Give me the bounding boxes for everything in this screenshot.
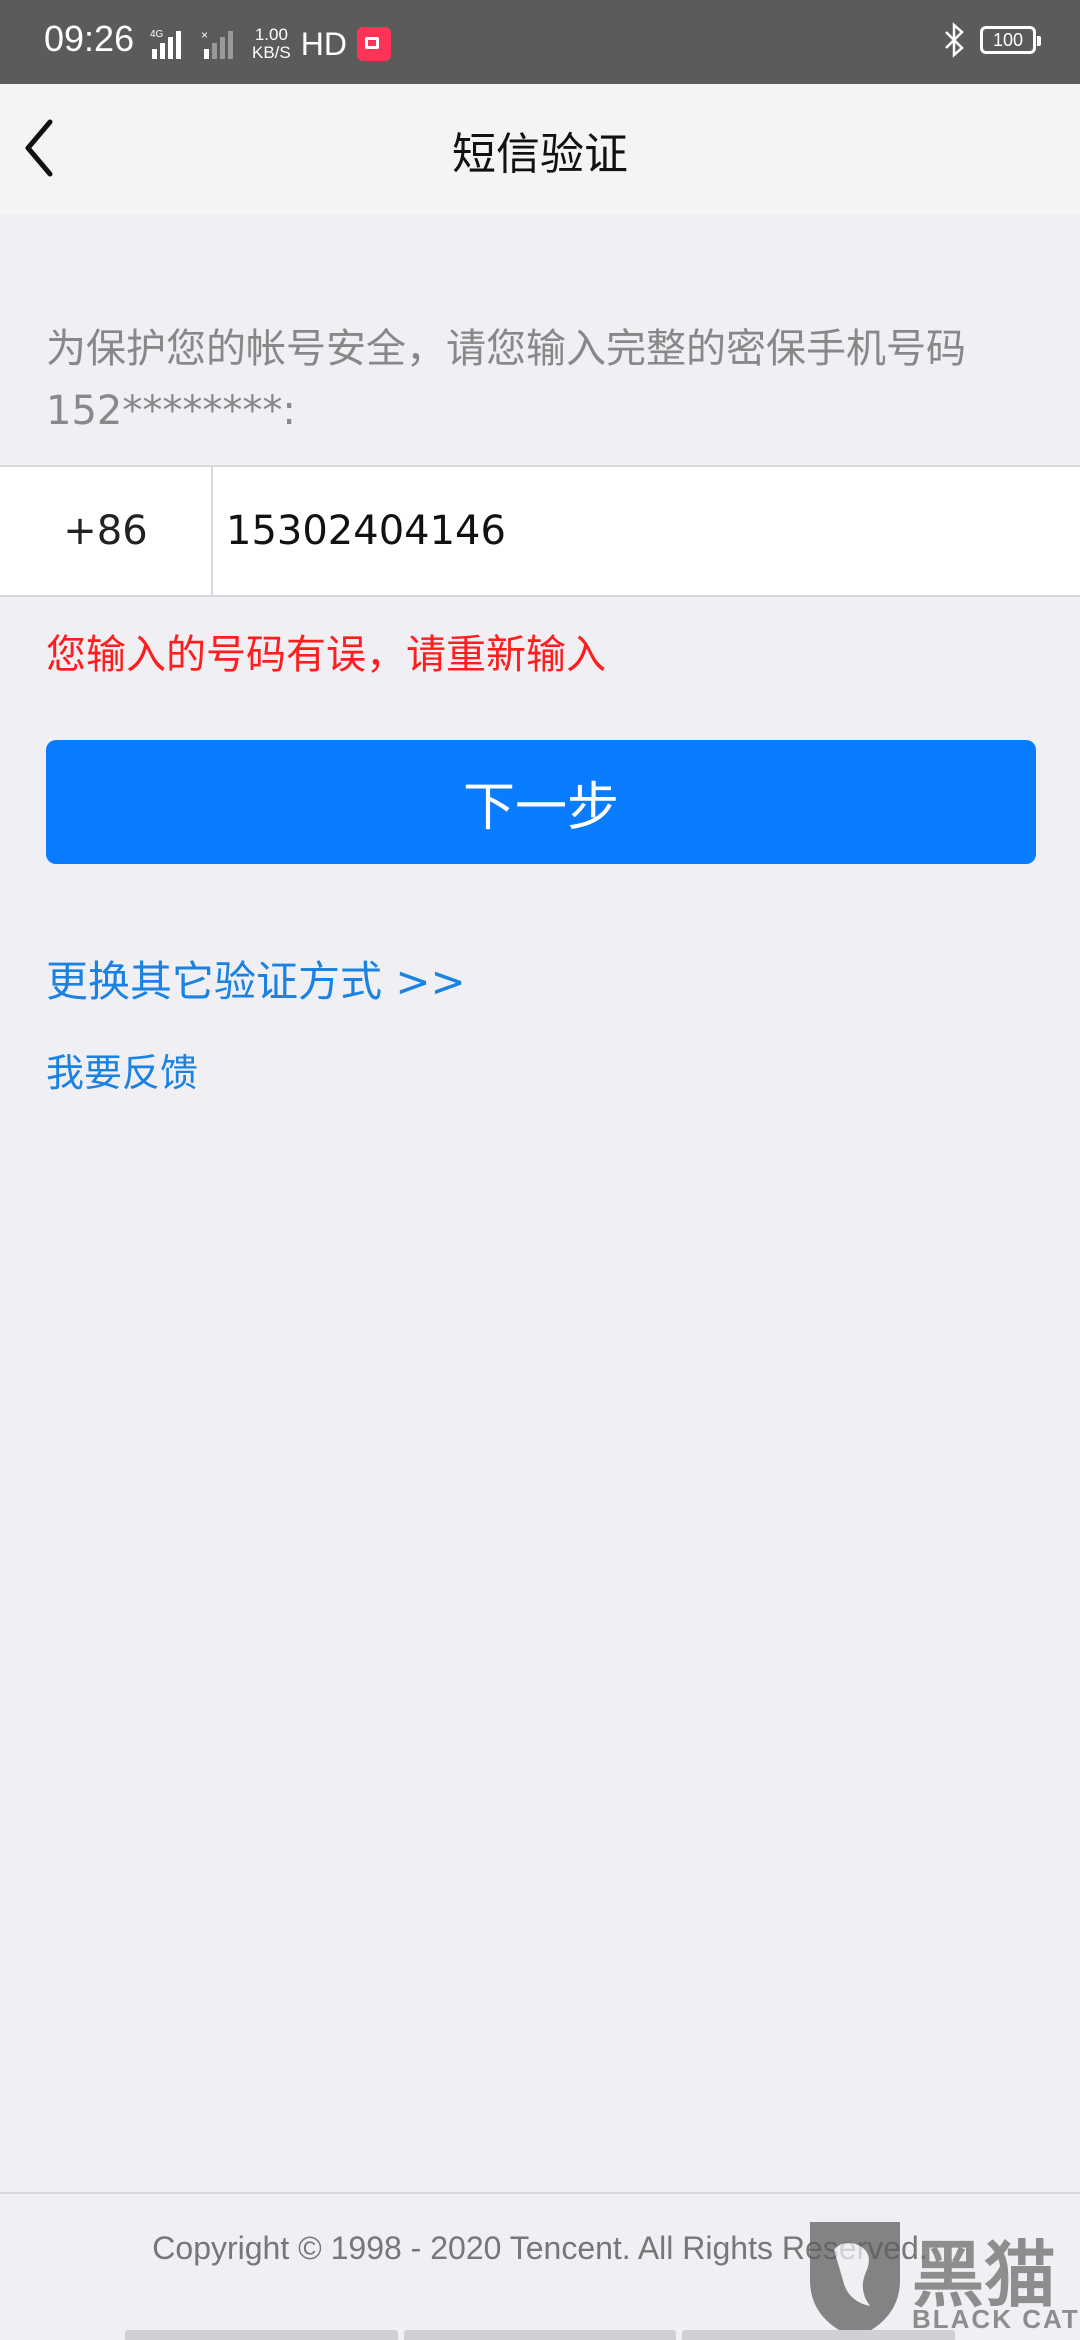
black-cat-watermark: 黑猫 BLACK CAT xyxy=(800,2210,1080,2340)
country-code-selector[interactable]: +86 xyxy=(0,467,213,595)
signal-sim2-icon: × xyxy=(201,28,233,59)
network-speed: 1.00 KB/S xyxy=(252,25,291,62)
verification-prompt: 为保护您的帐号安全，请您输入完整的密保手机号码152********: xyxy=(46,326,966,434)
status-right: 100 xyxy=(942,22,1041,58)
nav-header: 短信验证 xyxy=(0,84,1080,214)
bottom-tab xyxy=(403,2330,677,2340)
cat-shield-logo-icon xyxy=(810,2222,900,2338)
svg-text:×: × xyxy=(201,28,208,42)
status-icons: 4G × 1.00 KB/S HD xyxy=(148,20,391,68)
screen-record-icon xyxy=(356,27,391,61)
bottom-edge-tabs xyxy=(125,2330,956,2340)
signal-4g-icon: 4G xyxy=(150,29,181,59)
svg-text:4G: 4G xyxy=(150,29,164,40)
error-message: 您输入的号码有误，请重新输入 xyxy=(46,632,606,678)
page-title: 短信验证 xyxy=(452,129,628,180)
phone-number-input[interactable] xyxy=(212,467,1072,595)
change-verification-method-link[interactable]: 更换其它验证方式 >> xyxy=(46,948,466,1009)
footer-divider xyxy=(0,2192,1080,2194)
next-step-button[interactable]: 下一步 xyxy=(46,740,1036,864)
bottom-tab xyxy=(125,2330,398,2340)
bluetooth-icon xyxy=(945,22,964,58)
feedback-link[interactable]: 我要反馈 xyxy=(46,1042,198,1097)
phone-input-row: +86 xyxy=(0,465,1080,597)
battery-icon: 100 xyxy=(980,26,1041,54)
hd-indicator: HD xyxy=(300,25,347,62)
bottom-tab xyxy=(682,2330,956,2340)
status-bar: 09:26 4G × 1.00 KB/S HD 100 xyxy=(0,0,1080,84)
status-time: 09:26 xyxy=(44,18,135,59)
